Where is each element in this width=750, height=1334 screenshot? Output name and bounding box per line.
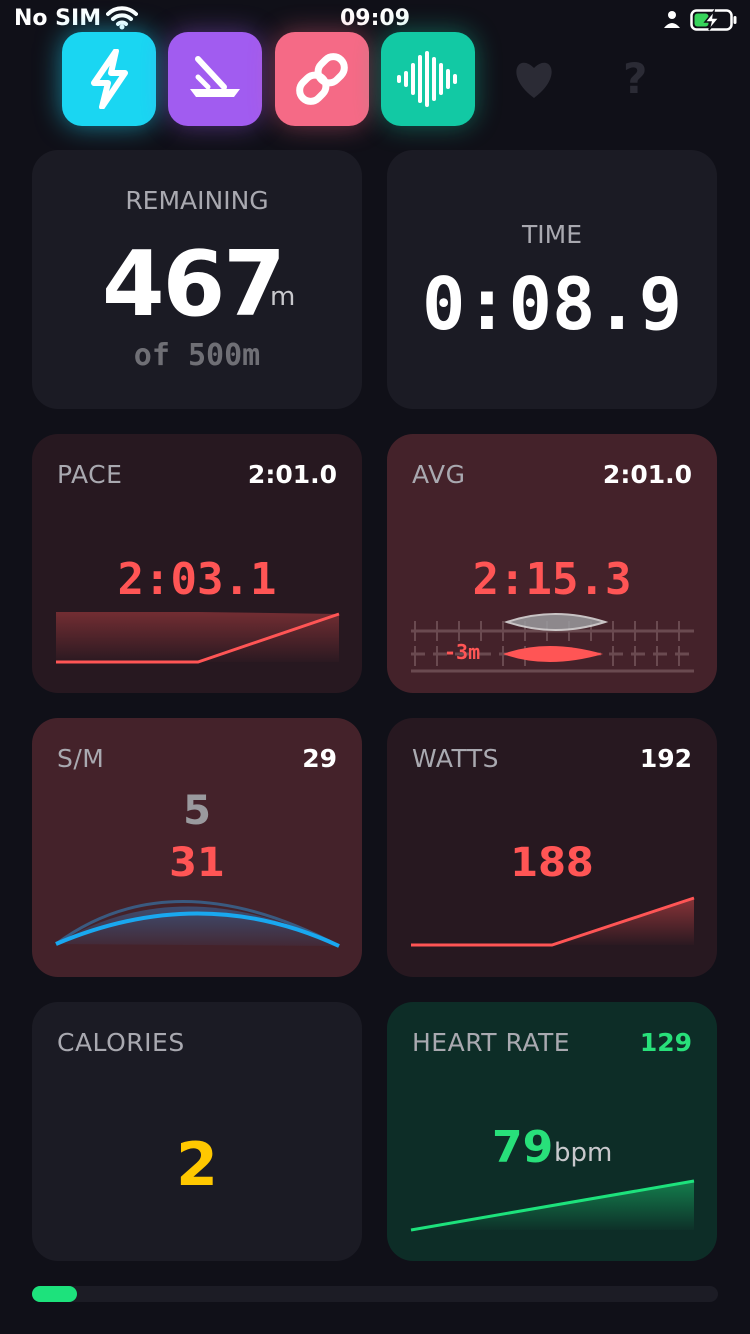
calories-card: CALORIES 2: [32, 1002, 362, 1261]
status-clock: 09:09: [339, 6, 411, 31]
pace-sparkline: [56, 612, 340, 664]
rower-icon: [190, 56, 240, 97]
stroke-curve: [55, 900, 340, 948]
user-boat: [503, 646, 603, 662]
lightning-icon: [91, 49, 128, 109]
time-value: 0:08.9: [421, 262, 683, 346]
heart-rate-card: HEART RATE 129 79 bpm: [387, 1002, 717, 1261]
calories-value: 2: [176, 1130, 218, 1200]
remaining-value: 467: [102, 232, 286, 337]
pace-card: PACE 2:01.0 2:03.1: [32, 434, 362, 693]
link-button[interactable]: [275, 32, 369, 126]
stroke-rate-card: S/M 29 5 31: [32, 718, 362, 977]
avg-margin: -3m: [444, 640, 481, 664]
watts-card: WATTS 192 188: [387, 718, 717, 977]
person-icon: [663, 10, 681, 32]
workout-progress-fill: [32, 1286, 78, 1302]
waveform-button[interactable]: [381, 32, 475, 126]
time-label: TIME: [521, 220, 582, 249]
help-button[interactable]: ?: [623, 54, 647, 103]
watts-sparkline: [411, 896, 695, 947]
workout-progress-bar: [32, 1286, 718, 1302]
remaining-card: REMAINING 467 m of 500m: [32, 150, 362, 409]
lightning-button[interactable]: [62, 32, 156, 126]
heart-button[interactable]: [510, 58, 558, 104]
avg-card: AVG 2:01.0 2:15.3 -3m: [387, 434, 717, 693]
remaining-total: of 500m: [133, 338, 261, 373]
calories-label: CALORIES: [57, 1028, 185, 1057]
battery-charging-icon: [690, 8, 738, 36]
remaining-unit: m: [270, 282, 296, 312]
help-icon: ?: [623, 54, 648, 103]
time-card: TIME 0:08.9: [387, 150, 717, 409]
remaining-label: REMAINING: [125, 186, 269, 215]
heart-icon: [516, 62, 552, 98]
heart-rate-sparkline: [410, 1179, 695, 1232]
waveform-icon: [397, 51, 457, 107]
rower-button[interactable]: [168, 32, 262, 126]
link-icon: [296, 53, 348, 105]
race-lanes: [411, 613, 694, 673]
